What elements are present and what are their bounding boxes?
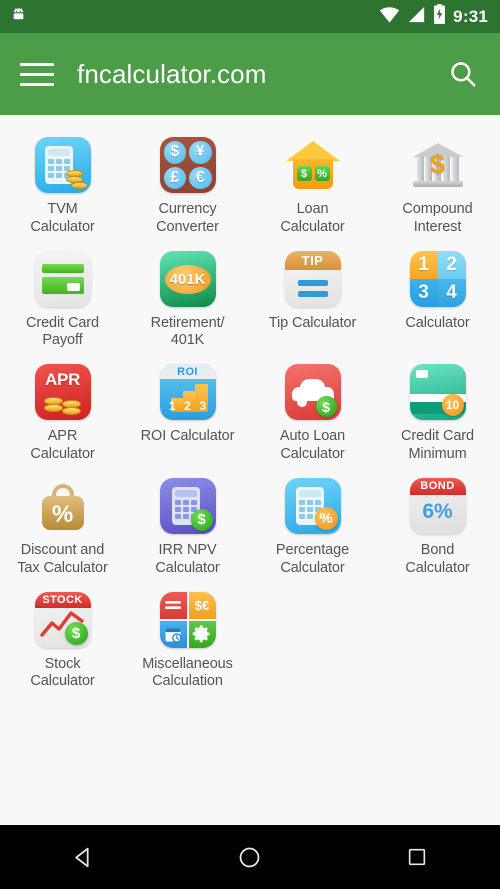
grid-item-tvm-calculator[interactable]: TVM Calculator — [0, 129, 125, 243]
recents-square-icon[interactable] — [382, 825, 452, 889]
grid-item-percentage-calculator[interactable]: % Percentage Calculator — [250, 470, 375, 584]
page-title: fncalculator.com — [77, 58, 267, 89]
grid-item-compound-interest[interactable]: $ Compound Interest — [375, 129, 500, 243]
credit-card-minimum-icon: 10 — [409, 363, 467, 421]
calendar-icon — [159, 620, 187, 648]
calculator-grid: TVM Calculator $ ¥ £ € Currency Converter — [0, 129, 500, 697]
android-robot-icon — [9, 5, 28, 29]
grid-item-stock-calculator[interactable]: STOCK $ Stock Calculator — [0, 584, 125, 698]
grid-item-label: Auto Loan Calculator — [279, 428, 346, 463]
irr-npv-calculator-icon: $ — [159, 477, 217, 535]
grid-item-credit-card-payoff[interactable]: Credit Card Payoff — [0, 243, 125, 357]
bond-calculator-icon: BOND 6% — [409, 477, 467, 535]
equals-icon — [159, 591, 187, 619]
apr-calculator-icon: APR — [34, 363, 92, 421]
grid-item-credit-card-minimum[interactable]: 10 Credit Card Minimum — [375, 356, 500, 470]
grid-item-label: Compound Interest — [402, 201, 473, 235]
grid-item-label: Discount and Tax Calculator — [17, 541, 108, 576]
calculator-icon: 1 2 3 4 — [409, 250, 467, 308]
grid-item-label: Credit Card Payoff — [25, 314, 100, 349]
grid-item-label: ROI Calculator — [140, 428, 235, 445]
grid-item-label: Loan Calculator — [280, 201, 345, 235]
grid-item-label: TVM Calculator — [30, 201, 95, 235]
grid-item-auto-loan-calculator[interactable]: $ Auto Loan Calculator — [250, 356, 375, 470]
grid-item-label: Percentage Calculator — [275, 541, 350, 576]
grid-item-label: Credit Card Minimum — [400, 428, 475, 463]
roi-calculator-icon: ROI 1 2 3 — [159, 363, 217, 421]
grid-item-label: Calculator — [405, 314, 470, 331]
grid-item-label: APR Calculator — [30, 428, 95, 463]
grid-item-calculator[interactable]: 1 2 3 4 Calculator — [375, 243, 500, 357]
grid-item-loan-calculator[interactable]: $ % Loan Calculator — [250, 129, 375, 243]
credit-card-payoff-icon — [34, 250, 92, 308]
grid-item-roi-calculator[interactable]: ROI 1 2 3 ROI Calculator — [125, 356, 250, 470]
stock-calculator-icon: STOCK $ — [34, 591, 92, 649]
back-triangle-icon[interactable] — [48, 825, 118, 889]
currency-converter-icon: $ ¥ £ € — [159, 136, 217, 194]
grid-item-label: Miscellaneous Calculation — [142, 655, 233, 690]
grid-item-bond-calculator[interactable]: BOND 6% Bond Calculator — [375, 470, 500, 584]
grid-item-retirement-401k[interactable]: 401K Retirement/401K — [125, 243, 250, 357]
tip-calculator-icon: TIP — [284, 250, 342, 308]
phone-screen: 9:31 fncalculator.com TVM Calculator $ ¥… — [0, 0, 500, 889]
miscellaneous-calculation-icon: $€ — [159, 591, 217, 649]
hamburger-menu-icon[interactable] — [20, 62, 54, 86]
tvm-calculator-icon — [34, 136, 92, 194]
grid-item-label: Stock Calculator — [30, 655, 95, 690]
status-bar-indicators: 9:31 — [379, 4, 488, 29]
grid-item-miscellaneous-calculation[interactable]: $€ Miscellaneous Calculation — [125, 584, 250, 698]
battery-charging-icon — [433, 4, 446, 29]
wifi-icon — [379, 6, 400, 28]
cell-signal-icon — [407, 6, 426, 28]
status-bar-notifications — [9, 5, 28, 29]
gear-icon — [188, 620, 216, 648]
grid-item-label: IRR NPV Calculator — [155, 541, 220, 576]
app-grid-container: TVM Calculator $ ¥ £ € Currency Converter — [0, 115, 500, 825]
grid-item-label: Retirement/401K — [150, 314, 225, 349]
grid-item-discount-and-tax-calculator[interactable]: % Discount and Tax Calculator — [0, 470, 125, 584]
grid-item-label: Currency Converter — [156, 201, 219, 235]
grid-item-tip-calculator[interactable]: TIP Tip Calculator — [250, 243, 375, 357]
loan-calculator-icon: $ % — [284, 136, 342, 194]
retirement-401k-icon: 401K — [159, 250, 217, 308]
search-icon[interactable] — [448, 59, 478, 89]
grid-item-label: Tip Calculator — [268, 314, 357, 331]
status-bar: 9:31 — [0, 0, 500, 33]
discount-and-tax-calculator-icon: % — [34, 477, 92, 535]
home-circle-icon[interactable] — [215, 825, 285, 889]
app-bar: fncalculator.com — [0, 33, 500, 115]
auto-loan-calculator-icon: $ — [284, 363, 342, 421]
status-bar-clock: 9:31 — [453, 6, 488, 26]
android-navigation-bar — [0, 825, 500, 889]
currency-exchange-icon: $€ — [188, 591, 216, 619]
grid-item-irr-npv-calculator[interactable]: $ IRR NPV Calculator — [125, 470, 250, 584]
grid-item-apr-calculator[interactable]: APR APR Calculator — [0, 356, 125, 470]
compound-interest-icon: $ — [409, 136, 467, 194]
percentage-calculator-icon: % — [284, 477, 342, 535]
grid-item-currency-converter[interactable]: $ ¥ £ € Currency Converter — [125, 129, 250, 243]
grid-item-label: Bond Calculator — [405, 541, 470, 576]
